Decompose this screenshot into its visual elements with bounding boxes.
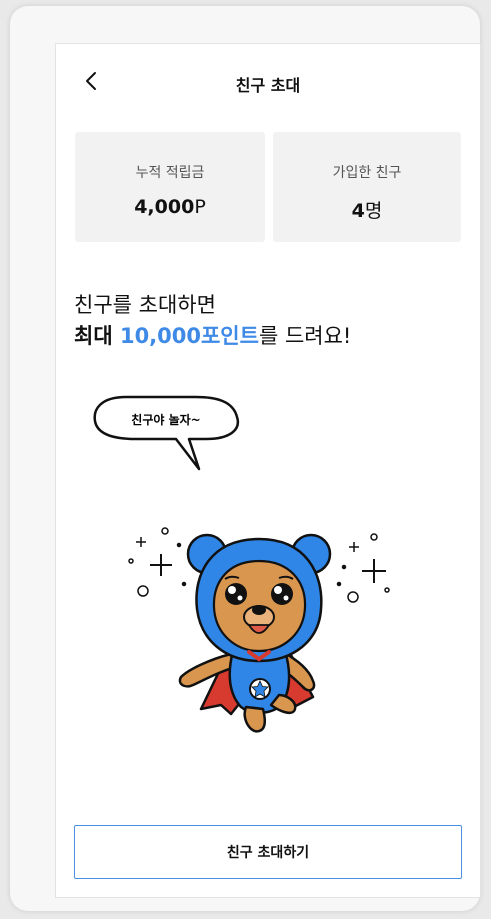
sparkle-left-icon xyxy=(128,527,187,597)
sparkle-right-icon xyxy=(336,533,390,603)
promo-line-2: 최대 10,000포인트를 드려요! xyxy=(74,324,352,348)
invite-friend-button[interactable]: 친구 초대하기 xyxy=(74,825,462,879)
stat-value: 4명 xyxy=(351,200,383,222)
accumulated-points-card: 누적 적립금 4,000P xyxy=(75,132,265,242)
page-title: 친구 초대 xyxy=(235,76,301,95)
stat-value: 4,000P xyxy=(134,196,206,218)
bear-superhero-illustration: 친구야 놀자~ xyxy=(93,395,390,733)
promo-headline: 친구를 초대하면 최대 10,000포인트를 드려요! xyxy=(74,290,351,352)
device-frame: 친구 초대 누적 적립금 4,000P 가입한 친구 4명 친구를 초대하면 최… xyxy=(10,6,481,911)
stat-label: 가입한 친구 xyxy=(332,165,402,181)
points-highlight: 10,000포인트 xyxy=(119,324,259,348)
invite-screen: 친구 초대 누적 적립금 4,000P 가입한 친구 4명 친구를 초대하면 최… xyxy=(55,43,481,898)
speech-bubble: 친구야 놀자~ xyxy=(93,395,240,471)
stat-label: 누적 적립금 xyxy=(135,165,205,181)
joined-friends-card: 가입한 친구 4명 xyxy=(273,132,461,242)
promo-line-1: 친구를 초대하면 xyxy=(74,293,216,317)
speech-bubble-text: 친구야 놀자~ xyxy=(131,412,200,427)
